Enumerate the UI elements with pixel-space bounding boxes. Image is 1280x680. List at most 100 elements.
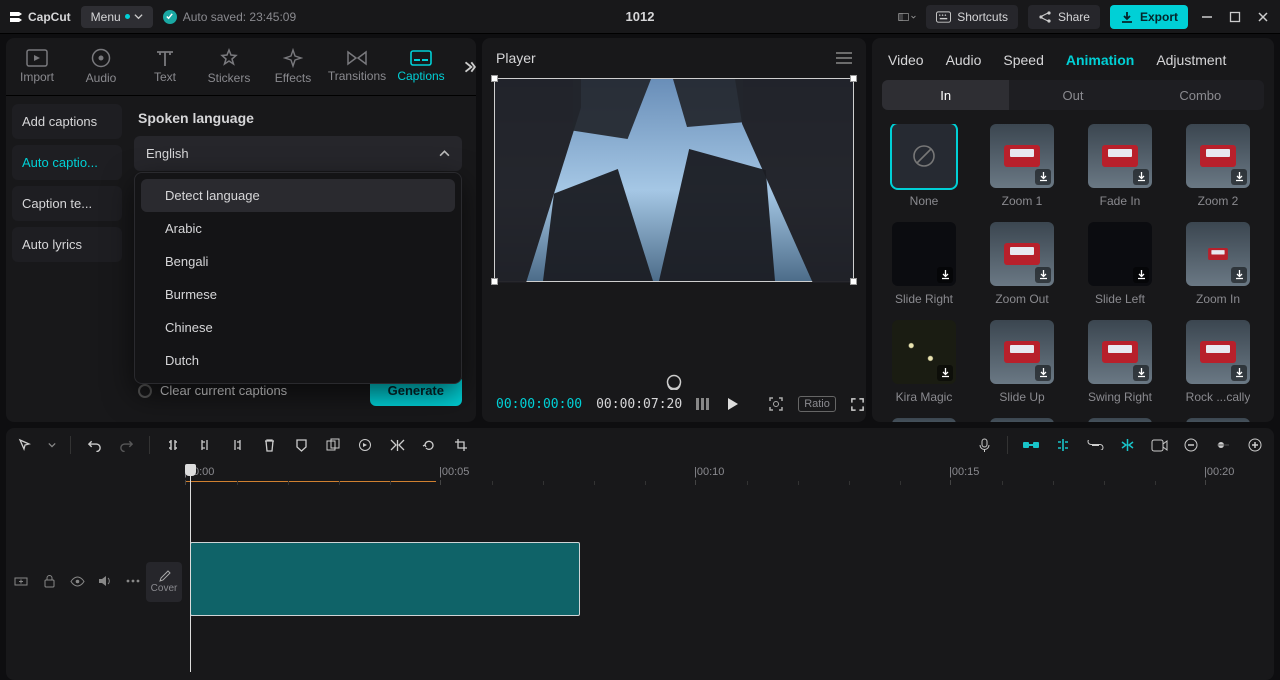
selection-tool[interactable] xyxy=(16,436,34,454)
window-minimize-button[interactable] xyxy=(1198,8,1216,26)
animation-thumb[interactable] xyxy=(990,418,1054,422)
animation-thumb[interactable] xyxy=(892,320,956,384)
zoom-slider[interactable] xyxy=(1214,436,1232,454)
player-menu-button[interactable] xyxy=(836,52,852,64)
resize-handle[interactable] xyxy=(850,278,857,285)
eye-icon[interactable] xyxy=(68,572,86,590)
menu-button[interactable]: Menu xyxy=(81,6,153,28)
zoom-in-button[interactable] xyxy=(1246,436,1264,454)
zoom-out-button[interactable] xyxy=(1182,436,1200,454)
animation-thumb[interactable] xyxy=(1088,418,1152,422)
rotate-button[interactable] xyxy=(420,436,438,454)
language-option[interactable]: Dutch xyxy=(141,344,455,377)
media-tab-transitions[interactable]: Transitions xyxy=(334,46,380,93)
delete-right-button[interactable] xyxy=(228,436,246,454)
download-icon[interactable] xyxy=(937,365,953,381)
scan-icon[interactable] xyxy=(768,396,784,412)
download-icon[interactable] xyxy=(1133,267,1149,283)
window-close-button[interactable] xyxy=(1254,8,1272,26)
preview-render-button[interactable] xyxy=(1150,436,1168,454)
download-icon[interactable] xyxy=(937,267,953,283)
preview-quality-icon[interactable] xyxy=(664,374,684,390)
media-tab-import[interactable]: Import xyxy=(14,45,60,94)
magnet-track-button[interactable] xyxy=(1054,436,1072,454)
download-icon[interactable] xyxy=(1231,267,1247,283)
timeline[interactable]: |00:00|00:05|00:10|00:15|00:20 Cover xyxy=(6,462,1274,680)
reverse-button[interactable] xyxy=(356,436,374,454)
columns-icon[interactable] xyxy=(696,397,712,411)
layout-toggle-button[interactable] xyxy=(898,8,916,26)
animation-thumb[interactable] xyxy=(990,124,1054,188)
animation-thumb[interactable] xyxy=(1088,124,1152,188)
download-icon[interactable] xyxy=(1133,169,1149,185)
cover-button[interactable]: Cover xyxy=(146,562,182,602)
marker-button[interactable] xyxy=(292,436,310,454)
fullscreen-button[interactable] xyxy=(850,397,865,412)
more-icon[interactable] xyxy=(124,572,142,590)
play-button[interactable] xyxy=(726,397,740,411)
download-icon[interactable] xyxy=(1231,365,1247,381)
duplicate-button[interactable] xyxy=(324,436,342,454)
language-option[interactable]: Bengali xyxy=(141,245,455,278)
resize-handle[interactable] xyxy=(491,75,498,82)
playhead[interactable] xyxy=(190,464,191,672)
language-option[interactable]: Chinese xyxy=(141,311,455,344)
download-icon[interactable] xyxy=(1035,169,1051,185)
delete-left-button[interactable] xyxy=(196,436,214,454)
inspector-tab-video[interactable]: Video xyxy=(888,52,924,68)
resize-handle[interactable] xyxy=(850,75,857,82)
clear-captions-toggle[interactable]: Clear current captions xyxy=(138,383,287,398)
mirror-button[interactable] xyxy=(388,436,406,454)
resize-handle[interactable] xyxy=(491,278,498,285)
crop-button[interactable] xyxy=(452,436,470,454)
inspector-tab-speed[interactable]: Speed xyxy=(1003,52,1043,68)
animation-thumb[interactable] xyxy=(892,222,956,286)
animation-thumb[interactable] xyxy=(892,124,956,188)
media-tab-stickers[interactable]: Stickers xyxy=(206,44,252,95)
download-icon[interactable] xyxy=(1231,169,1247,185)
captions-nav-item[interactable]: Auto captio... xyxy=(12,145,122,180)
language-option[interactable]: Detect language xyxy=(141,179,455,212)
timeline-ruler[interactable]: |00:00|00:05|00:10|00:15|00:20 xyxy=(186,466,1274,486)
window-maximize-button[interactable] xyxy=(1226,8,1244,26)
mic-button[interactable] xyxy=(975,436,993,454)
captions-nav-item[interactable]: Caption te... xyxy=(12,186,122,221)
add-track-button[interactable] xyxy=(12,572,30,590)
delete-button[interactable] xyxy=(260,436,278,454)
animation-thumb[interactable] xyxy=(990,222,1054,286)
spoken-language-select[interactable]: English xyxy=(134,136,462,171)
split-button[interactable] xyxy=(164,436,182,454)
share-button[interactable]: Share xyxy=(1028,5,1100,29)
anim-seg-out[interactable]: Out xyxy=(1009,80,1136,110)
animation-thumb[interactable] xyxy=(1186,124,1250,188)
animation-thumb[interactable] xyxy=(1186,418,1250,422)
anim-seg-in[interactable]: In xyxy=(882,80,1009,110)
shortcuts-button[interactable]: Shortcuts xyxy=(926,5,1018,29)
chevron-down-icon[interactable] xyxy=(48,441,56,449)
link-button[interactable] xyxy=(1086,436,1104,454)
inspector-tab-audio[interactable]: Audio xyxy=(946,52,982,68)
download-icon[interactable] xyxy=(1035,365,1051,381)
download-icon[interactable] xyxy=(1133,365,1149,381)
media-tab-text[interactable]: Text xyxy=(142,45,188,94)
undo-button[interactable] xyxy=(85,436,103,454)
lock-icon[interactable] xyxy=(40,572,58,590)
download-icon[interactable] xyxy=(1035,267,1051,283)
language-option[interactable]: Arabic xyxy=(141,212,455,245)
anim-seg-combo[interactable]: Combo xyxy=(1137,80,1264,110)
tabs-scroll-right[interactable] xyxy=(462,60,476,80)
inspector-tab-animation[interactable]: Animation xyxy=(1066,52,1134,68)
animation-thumb[interactable] xyxy=(1186,222,1250,286)
animation-thumb[interactable] xyxy=(1088,222,1152,286)
media-tab-captions[interactable]: Captions xyxy=(398,46,444,93)
animation-thumb[interactable] xyxy=(1186,320,1250,384)
captions-nav-item[interactable]: Add captions xyxy=(12,104,122,139)
captions-nav-item[interactable]: Auto lyrics xyxy=(12,227,122,262)
media-tab-audio[interactable]: Audio xyxy=(78,44,124,95)
animation-thumb[interactable] xyxy=(1088,320,1152,384)
animation-thumb[interactable] xyxy=(892,418,956,422)
preview-canvas[interactable] xyxy=(494,78,854,282)
animation-thumb[interactable] xyxy=(990,320,1054,384)
export-button[interactable]: Export xyxy=(1110,5,1188,29)
video-clip[interactable] xyxy=(190,542,580,616)
